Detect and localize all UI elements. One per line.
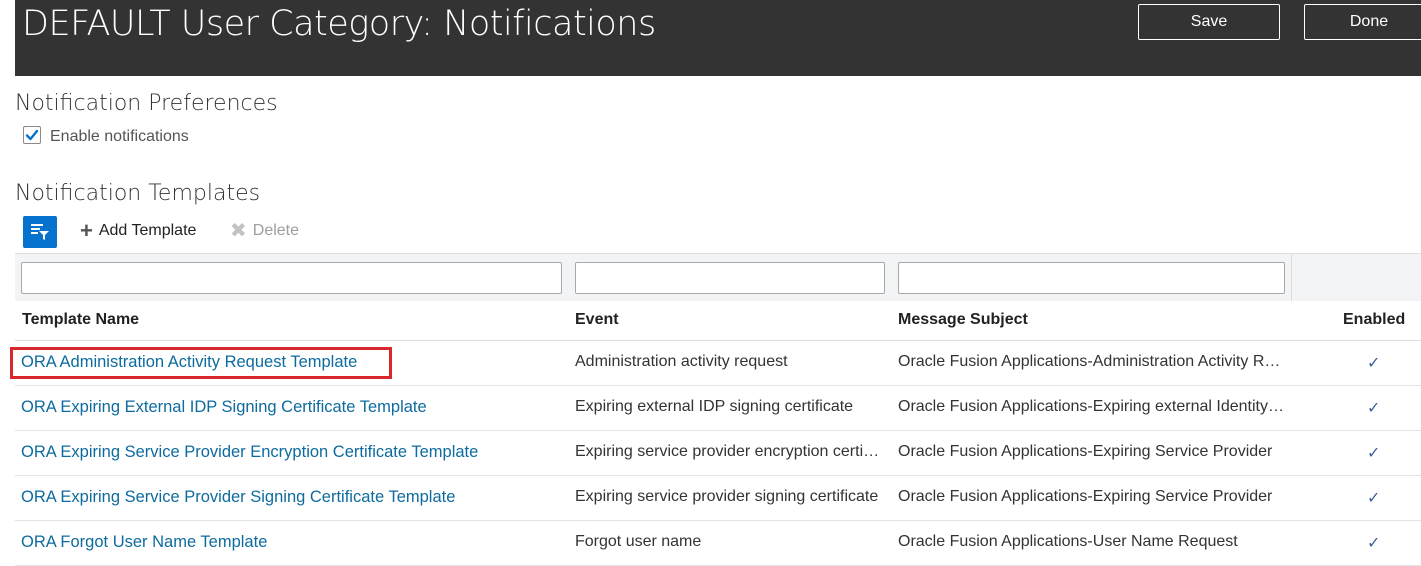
add-template-button[interactable]: + Add Template bbox=[80, 218, 197, 243]
table-row[interactable]: ORA Expiring Service Provider Signing Ce… bbox=[15, 476, 1421, 521]
page-title: DEFAULT User Category: Notifications bbox=[22, 4, 656, 44]
column-header-message-subject[interactable]: Message Subject bbox=[898, 311, 1028, 329]
enabled-check-icon: ✓ bbox=[1367, 355, 1381, 372]
event-cell: Expiring service provider encryption cer… bbox=[575, 443, 883, 460]
delete-icon: ✖ bbox=[230, 220, 247, 242]
add-template-label: Add Template bbox=[98, 222, 197, 239]
column-divider bbox=[1291, 254, 1292, 301]
message-subject-cell: Oracle Fusion Applications-Expiring exte… bbox=[898, 398, 1286, 415]
filter-row bbox=[15, 253, 1421, 301]
plus-icon: + bbox=[80, 218, 93, 243]
delete-button[interactable]: ✖ Delete bbox=[230, 220, 300, 242]
template-name-link[interactable]: ORA Forgot User Name Template bbox=[21, 533, 267, 552]
table-row[interactable]: ORA Expiring External IDP Signing Certif… bbox=[15, 386, 1421, 431]
message-subject-filter-input[interactable] bbox=[898, 262, 1285, 294]
template-name-link[interactable]: ORA Expiring Service Provider Signing Ce… bbox=[21, 488, 455, 507]
page-header: DEFAULT User Category: Notifications Sav… bbox=[15, 0, 1421, 76]
notification-templates-heading: Notification Templates bbox=[15, 181, 261, 206]
message-subject-cell: Oracle Fusion Applications-Expiring Serv… bbox=[898, 488, 1273, 505]
event-filter-input[interactable] bbox=[575, 262, 885, 294]
message-subject-cell: Oracle Fusion Applications-User Name Req… bbox=[898, 533, 1238, 550]
event-cell: Forgot user name bbox=[575, 533, 702, 550]
column-header-template-name[interactable]: Template Name bbox=[22, 311, 139, 329]
column-header-enabled[interactable]: Enabled bbox=[1343, 311, 1405, 329]
notification-preferences-heading: Notification Preferences bbox=[15, 91, 278, 116]
template-name-link[interactable]: ORA Expiring Service Provider Encryption… bbox=[21, 443, 478, 462]
filter-icon bbox=[31, 224, 49, 240]
event-cell: Administration activity request bbox=[575, 353, 788, 370]
enabled-check-icon: ✓ bbox=[1367, 400, 1381, 417]
save-button[interactable]: Save bbox=[1138, 4, 1280, 40]
message-subject-cell: Oracle Fusion Applications-Administratio… bbox=[898, 353, 1286, 370]
enabled-check-icon: ✓ bbox=[1367, 535, 1381, 552]
message-subject-cell: Oracle Fusion Applications-Expiring Serv… bbox=[898, 443, 1273, 460]
enable-notifications-label: Enable notifications bbox=[50, 128, 189, 145]
event-cell: Expiring external IDP signing certificat… bbox=[575, 398, 854, 415]
checkmark-icon bbox=[25, 129, 39, 141]
table-row[interactable]: ORA Expiring Service Provider Encryption… bbox=[15, 431, 1421, 476]
query-by-example-button[interactable] bbox=[23, 216, 57, 248]
table-row[interactable]: ORA Forgot User Name Template Forgot use… bbox=[15, 521, 1421, 566]
enabled-check-icon: ✓ bbox=[1367, 445, 1381, 462]
delete-label: Delete bbox=[252, 222, 300, 239]
enable-notifications-checkbox[interactable] bbox=[23, 126, 41, 144]
template-name-filter-input[interactable] bbox=[21, 262, 562, 294]
event-cell: Expiring service provider signing certif… bbox=[575, 488, 879, 505]
template-name-link[interactable]: ORA Expiring External IDP Signing Certif… bbox=[21, 398, 427, 417]
highlight-annotation-box bbox=[10, 347, 392, 379]
done-button[interactable]: Done bbox=[1304, 4, 1421, 40]
enabled-check-icon: ✓ bbox=[1367, 490, 1381, 507]
column-header-event[interactable]: Event bbox=[575, 311, 619, 329]
